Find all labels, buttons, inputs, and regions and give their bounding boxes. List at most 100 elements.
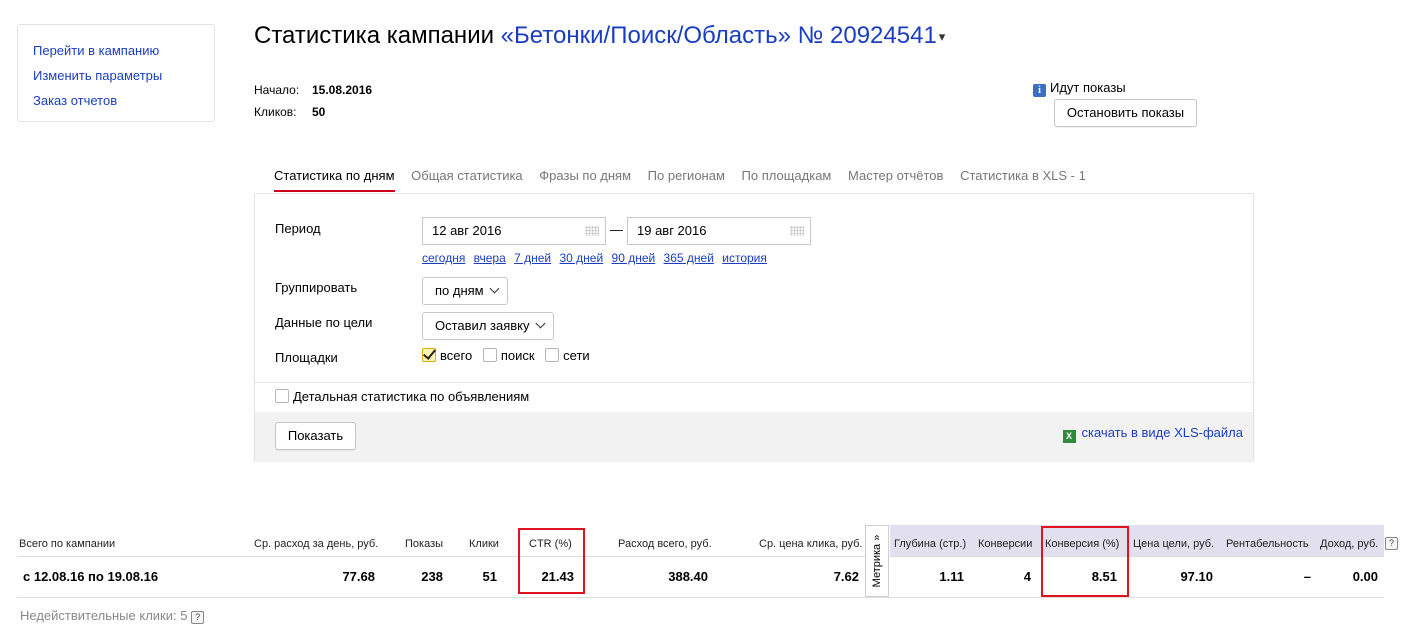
platform-search-option[interactable]: поиск [482,348,535,363]
platforms-checkboxes: всего поиск сети [422,348,597,363]
goal-label: Данные по цели [275,315,373,330]
col-depth: Глубина (стр.) [894,538,967,550]
order-reports-link[interactable]: Заказ отчетов [33,88,199,113]
col-total: Всего по кампании [19,538,116,550]
date-from-value: 12 авг 2016 [432,223,502,238]
cell-depth: 1.11 [939,569,964,584]
group-by-select[interactable]: по дням [422,277,508,305]
clicks-row: Кликов: 50 [254,105,325,119]
excel-icon: X [1062,430,1076,443]
tab-daily-stats[interactable]: Статистика по дням [274,168,395,192]
row-divider [17,597,1384,598]
col-income: Доход, руб. [1320,538,1379,550]
date-from-input[interactable]: 12 авг 2016 [422,217,606,245]
detail-stats-label: Детальная статистика по объявлениям [293,389,530,404]
goal-value: Оставил заявку [435,318,530,333]
report-tabs: Статистика по дням Общая статистика Фраз… [274,168,1099,192]
tab-by-platforms[interactable]: По площадкам [742,168,832,183]
campaign-dropdown-caret-icon[interactable]: ▾ [939,29,946,44]
invalid-clicks-text: Недействительные клики: 5 [20,608,188,623]
page-title: Статистика кампании «Бетонки/Поиск/Облас… [254,22,945,50]
date-to-input[interactable]: 19 авг 2016 [627,217,811,245]
filter-panel: Период 12 авг 2016 — 19 авг 2016 сегодня… [254,193,1254,461]
cell-conversions: 4 [1023,569,1031,584]
clicks-value: 50 [312,105,326,119]
cell-impressions: 238 [421,569,443,584]
col-impressions: Показы [405,538,444,550]
col-clicks: Клики [469,538,499,550]
header-divider [17,556,1384,557]
period-365-days-link[interactable]: 365 дней [664,251,714,265]
xls-download-link[interactable]: скачать в виде XLS-файла [1082,425,1244,440]
platforms-label: Площадки [275,350,338,365]
cell-clicks: 51 [482,569,497,584]
start-value: 15.08.2016 [312,83,373,97]
period-yesterday-link[interactable]: вчера [474,251,506,265]
help-icon[interactable]: ? [1385,537,1398,550]
platform-networks-option[interactable]: сети [545,348,590,363]
status-indicator: i Идут показы [1033,80,1126,97]
col-avg-cpc: Ср. цена клика, руб. [759,538,863,550]
period-7-days-link[interactable]: 7 дней [514,251,551,265]
platform-all-checkbox[interactable] [422,348,436,362]
date-range-dash: — [610,222,623,237]
metrika-toggle[interactable]: Метрика » [865,525,889,597]
period-today-link[interactable]: сегодня [422,251,465,265]
detail-stats-option[interactable]: Детальная статистика по объявлениям [275,389,529,404]
stop-impressions-button[interactable]: Остановить показы [1054,99,1197,127]
calendar-icon[interactable] [585,226,599,236]
tab-report-wizard[interactable]: Мастер отчётов [848,168,943,183]
status-text: Идут показы [1050,80,1126,95]
tab-general-stats[interactable]: Общая статистика [411,168,523,183]
platform-all-option[interactable]: всего [422,348,472,363]
panel-footer: Показать Xскачать в виде XLS-файла [255,412,1253,461]
platform-search-label: поиск [500,348,535,363]
period-label: Период [275,221,321,236]
go-to-campaign-link[interactable]: Перейти в кампанию [33,38,199,63]
goal-select[interactable]: Оставил заявку [422,312,554,340]
tab-by-regions[interactable]: По регионам [648,168,725,183]
cell-spend-total: 388.40 [668,569,708,584]
show-button[interactable]: Показать [275,422,356,450]
period-30-days-link[interactable]: 30 дней [559,251,603,265]
chevron-down-icon [489,283,500,294]
invalid-clicks-note: Недействительные клики: 5 ? [20,608,205,624]
cell-avg-cpc: 7.62 [833,569,859,584]
row-period: с 12.08.16 по 19.08.16 [23,569,159,584]
campaign-number-link[interactable]: № 20924541 [798,22,937,49]
col-conversions: Конверсии [978,538,1033,550]
col-avg-spend: Ср. расход за день, руб. [254,538,379,550]
group-by-value: по дням [435,283,484,298]
group-label: Группировать [275,280,358,295]
col-goal-cost: Цена цели, руб. [1133,538,1215,550]
campaign-actions-box: Перейти в кампанию Изменить параметры За… [17,24,215,122]
col-spend-total: Расход всего, руб. [618,538,712,550]
help-icon[interactable]: ? [191,611,205,624]
xls-download[interactable]: Xскачать в виде XLS-файла [1062,425,1244,443]
platform-all-label: всего [440,348,473,363]
stats-table: Метрика » Всего по кампании Ср. расход з… [17,525,1401,598]
detail-stats-checkbox[interactable] [275,389,289,403]
quick-period-links: сегодня вчера 7 дней 30 дней 90 дней 365… [422,251,772,265]
metrika-label: Метрика » [871,534,883,588]
calendar-icon[interactable] [790,226,804,236]
tab-phrases-by-day[interactable]: Фразы по дням [539,168,631,183]
chevron-down-icon [535,318,545,329]
platform-networks-label: сети [563,348,590,363]
cell-goal-cost: 97.10 [1180,569,1213,584]
edit-parameters-link[interactable]: Изменить параметры [33,63,199,88]
cell-income: 0.00 [1352,569,1378,584]
platform-search-checkbox[interactable] [482,348,497,362]
platform-networks-checkbox[interactable] [545,348,560,362]
title-prefix: Статистика кампании [254,22,494,49]
date-to-value: 19 авг 2016 [637,223,707,238]
cell-avg-spend: 77.68 [342,569,375,584]
clicks-label: Кликов: [254,105,297,119]
cell-profitability: – [1303,569,1311,584]
campaign-name-link[interactable]: «Бетонки/Поиск/Область» [501,22,791,49]
start-label: Начало: [254,83,300,97]
tab-xls-stats[interactable]: Статистика в XLS - 1 [960,168,1086,183]
period-90-days-link[interactable]: 90 дней [612,251,656,265]
period-history-link[interactable]: история [722,251,767,265]
panel-divider [255,382,1253,383]
